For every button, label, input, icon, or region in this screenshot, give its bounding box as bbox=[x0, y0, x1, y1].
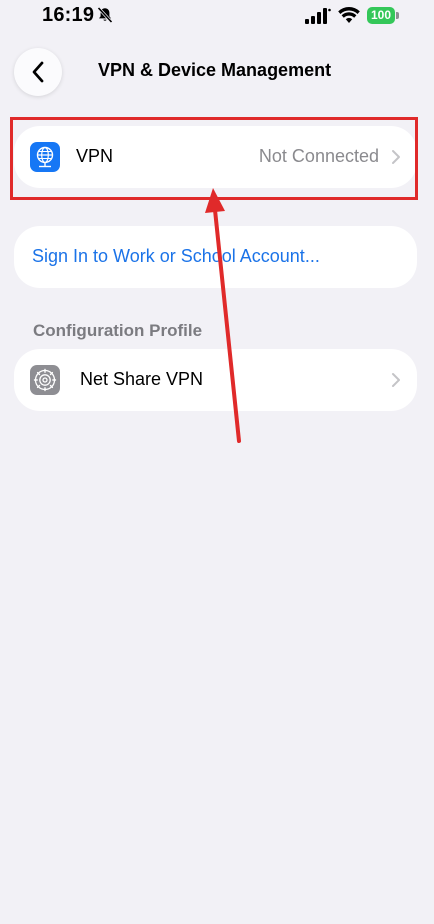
configuration-profile-header: Configuration Profile bbox=[33, 321, 203, 340]
vpn-row[interactable]: VPN Not Connected bbox=[14, 126, 417, 188]
vpn-status: Not Connected bbox=[258, 146, 379, 166]
page-title: VPN & Device Management bbox=[98, 60, 332, 80]
sign-in-work-school-link[interactable]: Sign In to Work or School Account... bbox=[32, 246, 320, 267]
sign-in-work-school-row[interactable]: Sign In to Work or School Account... bbox=[14, 226, 417, 288]
bell-off-icon bbox=[97, 6, 113, 24]
chevron-right-icon bbox=[392, 150, 400, 164]
battery-indicator: 100 bbox=[367, 7, 399, 24]
status-time: 16:19 bbox=[42, 4, 95, 26]
wifi-icon bbox=[338, 7, 360, 23]
profile-label: Net Share VPN bbox=[80, 369, 204, 389]
battery-level: 100 bbox=[367, 7, 395, 24]
profile-row-net-share-vpn[interactable]: Net Share VPN bbox=[14, 349, 417, 411]
battery-tip bbox=[396, 12, 399, 19]
vpn-label: VPN bbox=[76, 146, 114, 166]
gear-icon bbox=[30, 365, 60, 395]
cellular-signal-icon bbox=[305, 8, 331, 24]
vpn-globe-icon bbox=[30, 142, 60, 172]
chevron-left-icon bbox=[32, 61, 44, 83]
back-button[interactable] bbox=[14, 48, 62, 96]
chevron-right-icon bbox=[392, 373, 400, 387]
status-bar: 16:19 100 bbox=[0, 0, 434, 34]
